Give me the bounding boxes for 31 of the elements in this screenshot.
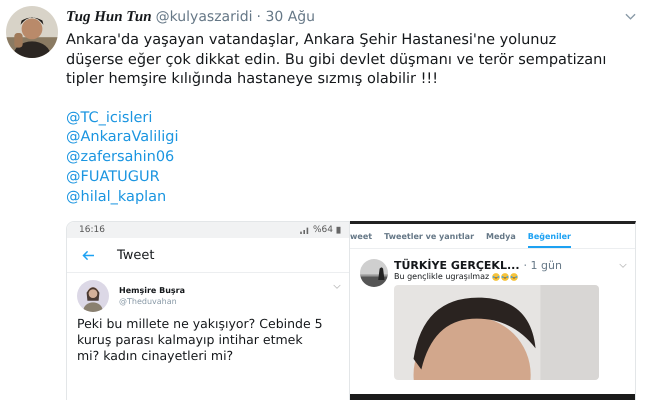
chevron-icon — [333, 284, 341, 290]
author-name: Hemşire Buşra — [119, 286, 186, 296]
profile-tab[interactable]: Medya — [486, 232, 516, 248]
mention-link[interactable]: @AnkaraValiligi — [66, 128, 179, 148]
back-arrow-icon[interactable] — [82, 250, 95, 261]
author-name[interactable]: Tug Hun Tun — [66, 8, 152, 26]
tweet-text: Peki bu millete ne yakışıyor? Cebinde 5 kuruş parası kalmayıp intihar etmek mi? kadın cinayetleri mi? — [77, 316, 324, 364]
mention-link[interactable]: @zafersahin06 — [66, 148, 174, 168]
signal-icon — [300, 226, 310, 234]
tweet-date: · 1 gün — [524, 259, 562, 272]
emoji-icon — [501, 272, 510, 281]
chevron-icon[interactable] — [625, 13, 636, 21]
tweet-text: Ankara'da yaşayan vatandaşlar, Ankara Şehir Hastanesi'ne yolunuz düşerse eğer çok dikkat edin. Bu gibi devlet düşmanı ve terör sempatizanı tipler hemşire kılığında hastaneye sızmış olabilir !!! — [66, 31, 608, 89]
profile-tab[interactable]: Beğeniler — [528, 232, 571, 248]
emoji-icon — [492, 272, 500, 281]
tweet-text: Bu gençlikle ugraşılmaz — [394, 272, 490, 282]
mention-link[interactable]: @FUATUGUR — [66, 168, 160, 188]
profile-tab[interactable]: weet — [350, 232, 372, 248]
author-handle: @Theduvahan — [119, 297, 178, 306]
status-time: 16:16 — [79, 225, 105, 236]
tweet-date: · 30 Ağu — [256, 9, 316, 25]
author-handle: @kulyaszaridi — [156, 9, 253, 25]
screen-title: Tweet — [117, 248, 155, 263]
chevron-icon — [619, 263, 627, 270]
mention-link[interactable]: @hilal_kaplan — [66, 188, 166, 208]
emoji-icon — [510, 272, 518, 281]
battery-icon — [336, 226, 341, 234]
author-name: TÜRKİYE GERÇEKL... — [394, 259, 520, 272]
mention-link[interactable]: @TC_icisleri — [66, 108, 152, 128]
battery-level: %64 — [312, 225, 333, 236]
profile-tab[interactable]: Tweetler ve yanıtlar — [384, 232, 474, 248]
